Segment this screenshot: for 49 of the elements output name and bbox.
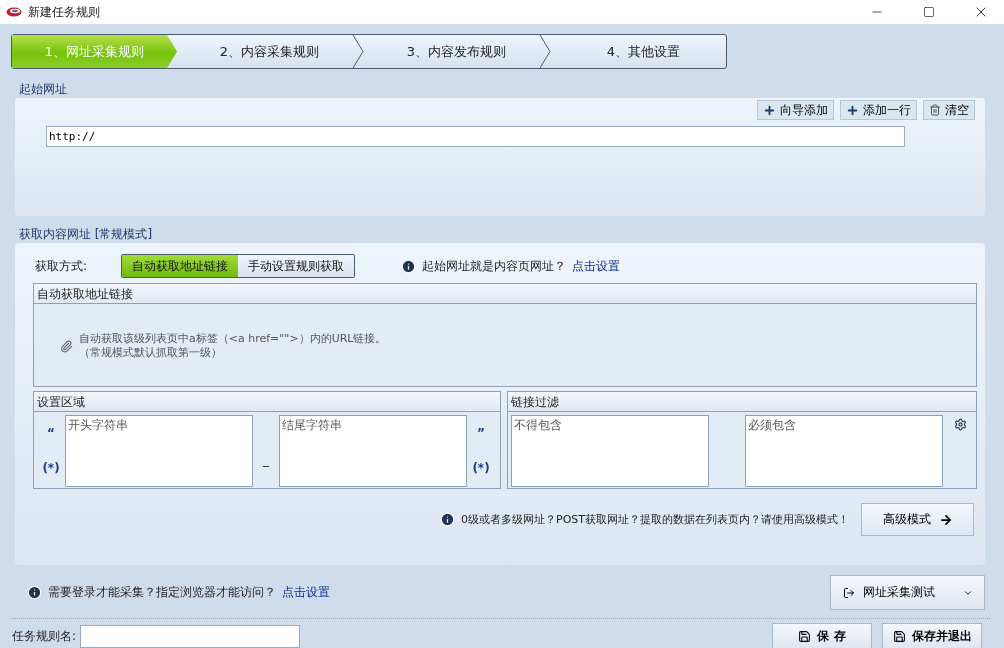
- arrow-right-icon: [938, 512, 953, 527]
- wildcard-mark: (*): [42, 460, 60, 475]
- plus-icon: [846, 103, 859, 117]
- end-string-field[interactable]: 结尾字符串: [279, 415, 467, 487]
- quote-mark: ”: [477, 425, 485, 440]
- panel-header: 设置区域: [34, 392, 500, 412]
- app-logo-icon: [6, 6, 22, 18]
- save-button[interactable]: 保 存: [772, 623, 873, 648]
- info-text: 0级或者多级网址？POST获取网址？提取的数据在列表页内？请使用高级模式！: [461, 512, 849, 527]
- save-exit-button[interactable]: 保存并退出: [882, 623, 983, 648]
- section-label: 获取内容网址 [常规模式]: [19, 226, 154, 243]
- settings-link[interactable]: 点击设置: [282, 584, 330, 601]
- include-field[interactable]: 必须包含: [745, 415, 943, 487]
- start-string-field[interactable]: 开头字符串: [65, 415, 253, 487]
- step-tab[interactable]: 3、内容发布规则: [364, 35, 539, 68]
- rule-name-field[interactable]: [80, 624, 301, 648]
- wildcard-mark: (*): [472, 460, 490, 475]
- toolbar-button[interactable]: 清空: [923, 100, 975, 120]
- panel-header: 链接过滤: [508, 392, 976, 412]
- info-icon: [440, 512, 455, 527]
- exit-arrow-icon: [842, 586, 855, 599]
- name-label: 任务规则名:: [12, 627, 77, 645]
- toolbar-button[interactable]: 添加一行: [840, 100, 917, 120]
- window-title: 新建任务规则: [28, 3, 101, 21]
- info-icon: [401, 258, 417, 274]
- quote-mark: “: [47, 425, 55, 440]
- url-input-field[interactable]: http://: [46, 126, 905, 147]
- method-label: 获取方式:: [35, 257, 88, 275]
- method-toggle[interactable]: 自动获取地址链接: [122, 255, 239, 277]
- description-text: 自动获取该级列表页中a标签（<a href="">）内的URL链接。 （常规模式默认抓取第一级）: [79, 332, 387, 360]
- info-text: 起始网址就是内容页网址？: [422, 257, 567, 275]
- plus-icon: [763, 103, 776, 117]
- trash-icon: [929, 104, 941, 116]
- info-text: 需要登录才能采集？指定浏览器才能访问？: [48, 584, 276, 601]
- method-toggle[interactable]: 手动设置规则获取: [238, 255, 355, 277]
- info-icon: [27, 585, 42, 600]
- maximize-icon: [923, 6, 935, 18]
- exclude-field[interactable]: 不得包含: [511, 415, 709, 487]
- paperclip-icon: [60, 339, 73, 353]
- panel-header: 自动获取地址链接: [34, 284, 976, 304]
- settings-link[interactable]: 点击设置: [572, 257, 621, 275]
- section-label: 起始网址: [19, 81, 68, 98]
- separator-mark: _: [262, 453, 270, 467]
- settings-icon[interactable]: [954, 418, 967, 431]
- test-button[interactable]: 网址采集测试: [830, 575, 985, 610]
- step-tab[interactable]: 4、其他设置: [551, 35, 726, 68]
- step-tab[interactable]: 2、内容采集规则: [177, 35, 352, 68]
- toolbar-button[interactable]: 向导添加: [757, 100, 834, 120]
- advanced-mode-button[interactable]: 高级模式: [861, 503, 974, 536]
